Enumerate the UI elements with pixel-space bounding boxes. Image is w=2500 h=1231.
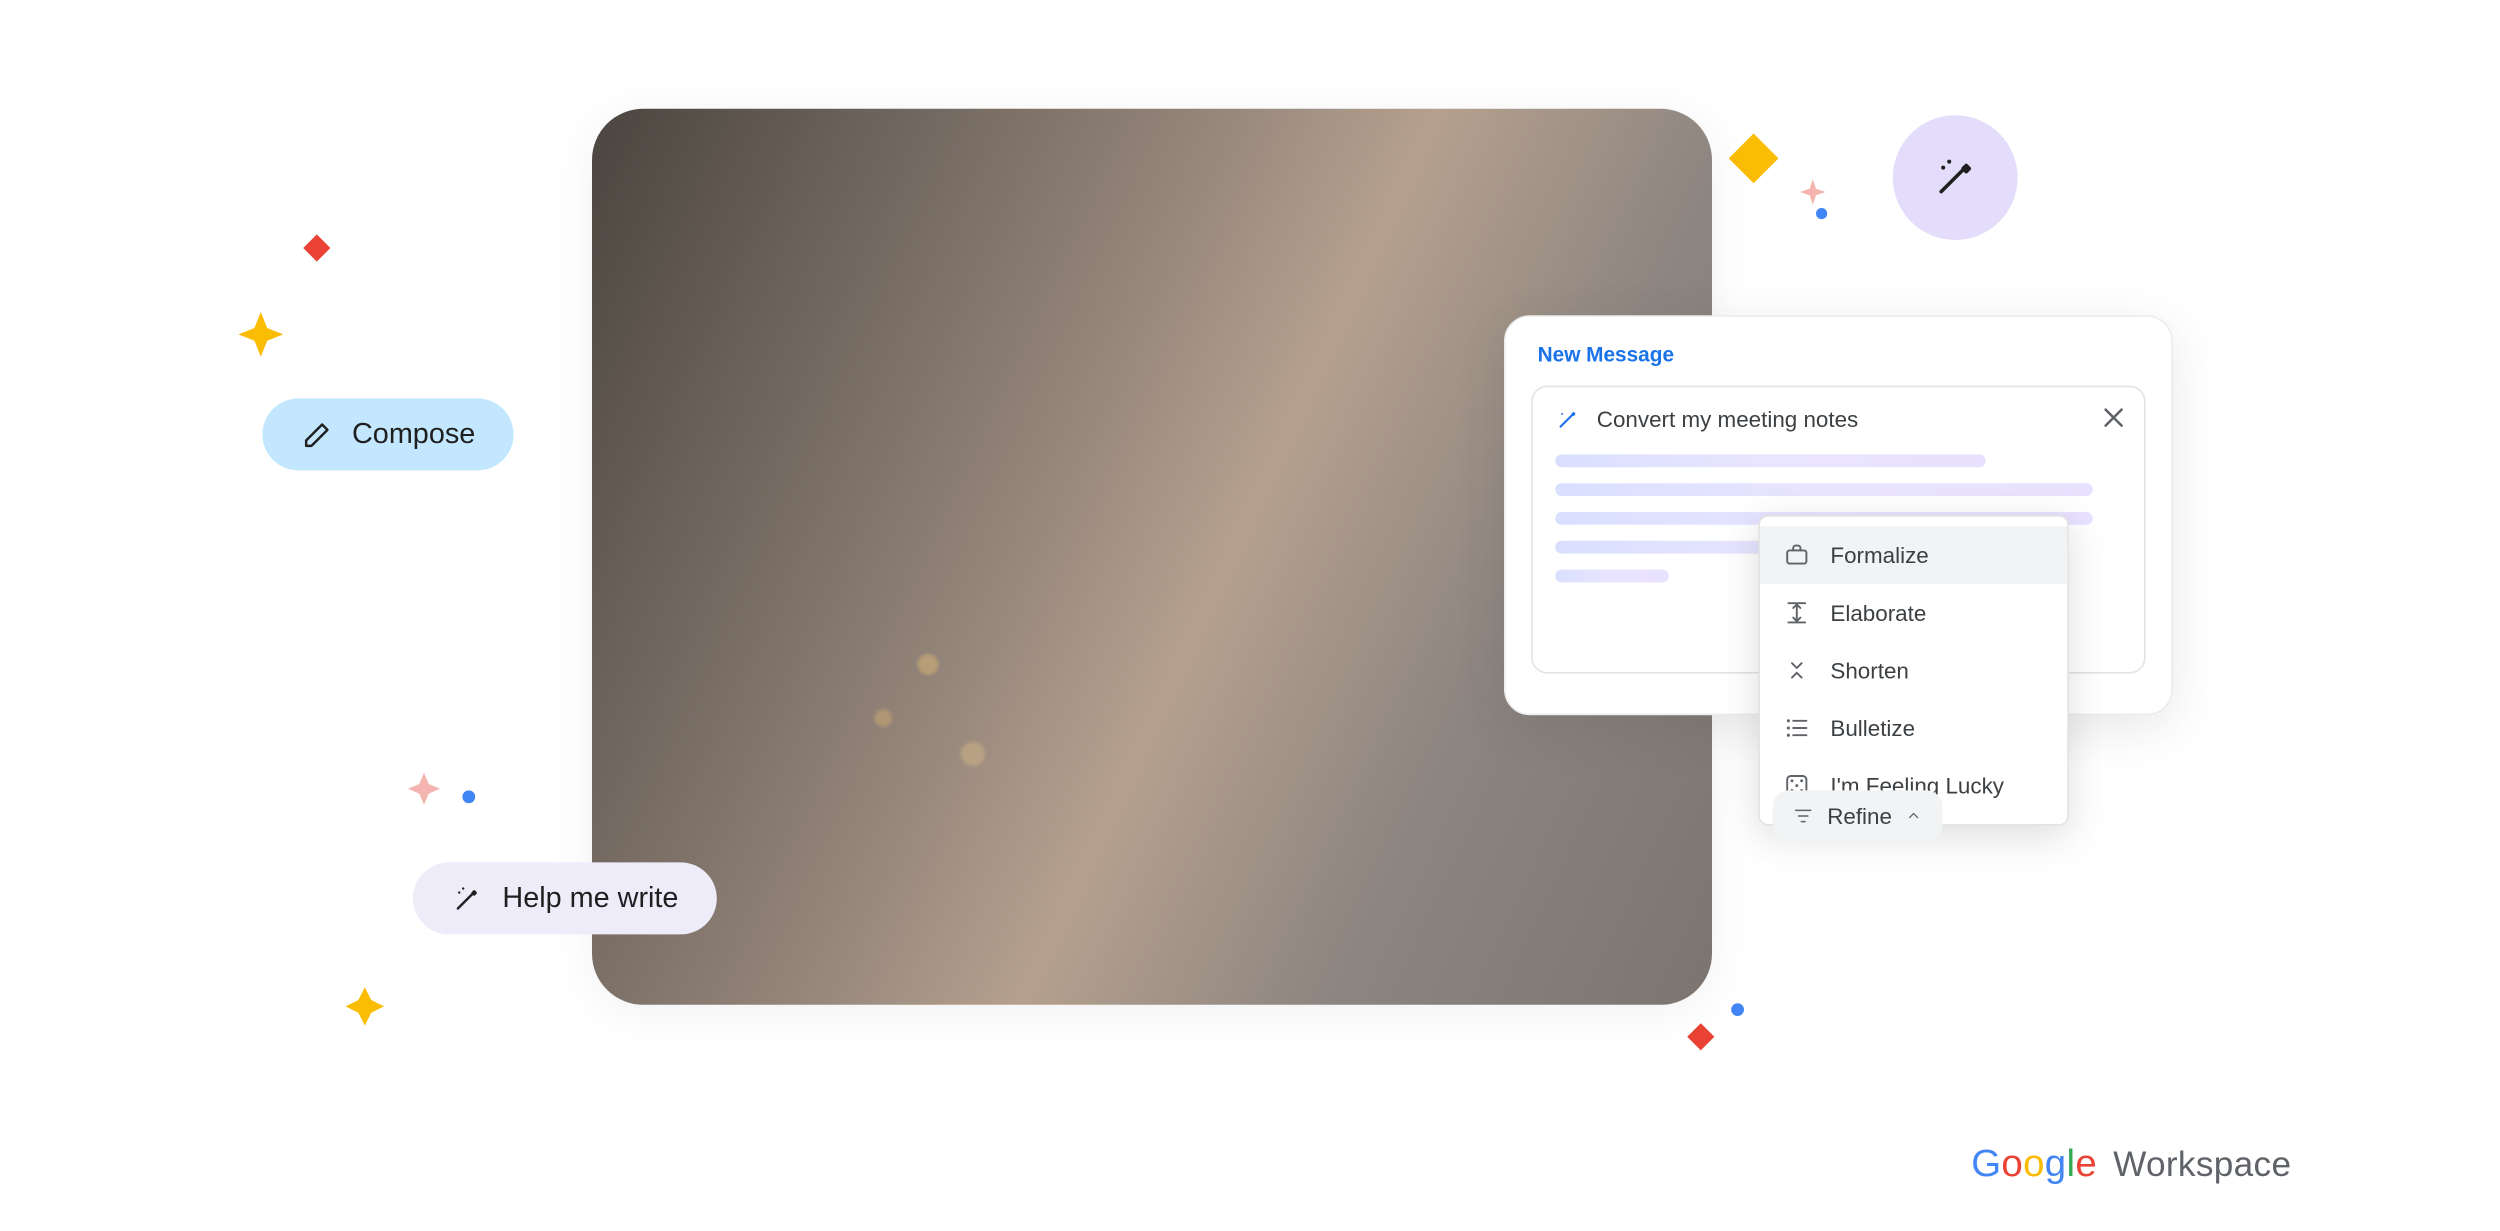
compose-label: Compose bbox=[352, 418, 475, 452]
refine-menu: Formalize Elaborate Shorten Bulletize I'… bbox=[1758, 515, 2068, 825]
refine-option-bulletize[interactable]: Bulletize bbox=[1760, 699, 2067, 757]
magic-wand-icon bbox=[451, 882, 483, 914]
refine-label: Refine bbox=[1827, 803, 1892, 829]
refine-option-shorten[interactable]: Shorten bbox=[1760, 642, 2067, 700]
google-workspace-logo: Google Workspace bbox=[1971, 1142, 2291, 1187]
pencil-icon bbox=[301, 418, 333, 450]
magic-wand-icon bbox=[1931, 154, 1979, 202]
refine-option-label: Bulletize bbox=[1830, 715, 1915, 741]
google-logo: Google bbox=[1971, 1142, 2097, 1187]
sparkle-icon bbox=[1798, 178, 1827, 207]
dot-icon bbox=[1816, 208, 1827, 219]
magic-wand-icon bbox=[1555, 406, 1581, 432]
briefcase-icon bbox=[1782, 541, 1811, 570]
diamond-icon bbox=[303, 234, 330, 261]
refine-option-label: Formalize bbox=[1830, 542, 1928, 568]
workspace-wordmark: Workspace bbox=[2113, 1144, 2291, 1186]
prompt-text: Convert my meeting notes bbox=[1597, 406, 1858, 432]
filter-icon bbox=[1792, 805, 1814, 827]
bulleted-list-icon bbox=[1782, 714, 1811, 743]
compose-button[interactable]: Compose bbox=[262, 398, 513, 470]
refine-option-label: Shorten bbox=[1830, 658, 1908, 684]
close-icon[interactable] bbox=[2102, 406, 2124, 428]
collapse-icon bbox=[1782, 656, 1811, 685]
expand-icon bbox=[1782, 598, 1811, 627]
sparkle-icon bbox=[406, 771, 441, 806]
dot-icon bbox=[462, 790, 475, 803]
sparkle-icon bbox=[344, 986, 386, 1028]
new-message-title: New Message bbox=[1506, 317, 2172, 386]
sparkle-icon bbox=[237, 310, 285, 358]
help-me-write-button[interactable]: Help me write bbox=[413, 862, 717, 934]
refine-option-label: Elaborate bbox=[1830, 600, 1926, 626]
magic-wand-badge bbox=[1893, 115, 2018, 240]
refine-option-elaborate[interactable]: Elaborate bbox=[1760, 584, 2067, 642]
refine-option-formalize[interactable]: Formalize bbox=[1760, 526, 2067, 584]
chevron-up-icon bbox=[1905, 806, 1924, 825]
refine-button[interactable]: Refine bbox=[1773, 790, 1943, 841]
diamond-icon bbox=[1729, 134, 1779, 184]
help-me-write-label: Help me write bbox=[502, 882, 678, 916]
dot-icon bbox=[1731, 1003, 1744, 1016]
diamond-icon bbox=[1687, 1023, 1714, 1050]
